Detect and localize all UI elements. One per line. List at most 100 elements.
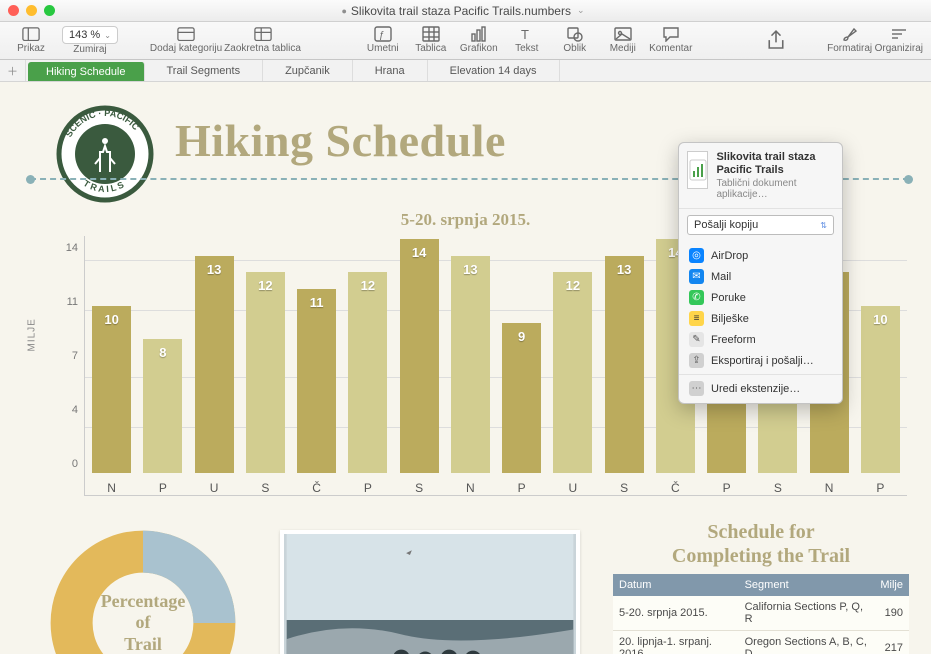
- bar-column[interactable]: 14S: [397, 239, 442, 495]
- table-cell[interactable]: California Sections P, Q, R: [739, 596, 875, 631]
- share-item-freeform[interactable]: ✎Freeform: [679, 329, 842, 350]
- bar-value-label: 13: [195, 262, 234, 277]
- window-titlebar: ● Slikovita trail staza Pacific Trails.n…: [0, 0, 931, 22]
- format-button[interactable]: Formatiraj: [827, 26, 873, 55]
- bar-column[interactable]: 11Č: [294, 239, 339, 495]
- media-icon: [614, 26, 632, 42]
- sheet-canvas[interactable]: SCENIC · PACIFIC T R A I L S Hiking Sche…: [0, 82, 931, 654]
- donut-label: Percentage of Trail: [101, 591, 186, 654]
- svg-text:ƒ: ƒ: [379, 30, 385, 41]
- bar-value-label: 14: [400, 245, 439, 260]
- bar-column[interactable]: 12S: [243, 239, 288, 495]
- minimize-window-button[interactable]: [26, 5, 37, 16]
- window-title: Slikovita trail staza Pacific Trails.num…: [351, 4, 571, 18]
- donut-chart[interactable]: Percentage of Trail: [38, 518, 248, 654]
- bar-column[interactable]: 9P: [499, 239, 544, 495]
- sheet-tab-hrana[interactable]: Hrana: [353, 60, 428, 81]
- bar-value-label: 10: [861, 312, 900, 327]
- text-button[interactable]: T Tekst: [504, 26, 550, 55]
- modified-indicator-icon: ●: [341, 6, 346, 16]
- bar-value-label: 12: [348, 278, 387, 293]
- table-row[interactable]: 5-20. srpnja 2015.California Sections P,…: [613, 596, 909, 631]
- title-menu-chevron-icon[interactable]: ⌄: [577, 5, 585, 16]
- photo-placeholder[interactable]: [280, 530, 580, 654]
- shape-button[interactable]: Oblik: [552, 26, 598, 55]
- add-category-button[interactable]: Dodaj kategoriju: [150, 26, 222, 55]
- table-cell[interactable]: Oregon Sections A, B, C, D: [739, 631, 875, 654]
- share-destinations: ◎AirDrop ✉Mail ✆Poruke ≡Bilješke ✎Freefo…: [679, 241, 842, 403]
- table-cell[interactable]: 217: [874, 631, 909, 654]
- x-tick-label: P: [876, 481, 884, 495]
- table-icon: [422, 26, 440, 42]
- share-doc-header: Slikovita trail staza Pacific Trails Tab…: [679, 143, 842, 209]
- table-cell[interactable]: 20. lipnja-1. srpanj. 2016.: [613, 631, 739, 654]
- media-button[interactable]: Mediji: [600, 26, 646, 55]
- share-item-notes[interactable]: ≡Bilješke: [679, 308, 842, 329]
- bar-column[interactable]: 13N: [448, 239, 493, 495]
- sheet-tab-hiking-schedule[interactable]: Hiking Schedule: [28, 62, 145, 81]
- share-button[interactable]: [753, 32, 799, 49]
- chevron-down-icon: ⌄: [104, 31, 111, 40]
- bar-value-label: 9: [502, 329, 541, 344]
- view-button[interactable]: Prikaz: [8, 26, 54, 55]
- bar-value-label: 11: [297, 295, 336, 310]
- pivot-table-button[interactable]: Zaokretna tablica: [224, 26, 301, 55]
- add-sheet-button[interactable]: ＋: [0, 60, 26, 81]
- share-popover: Slikovita trail staza Pacific Trails Tab…: [678, 142, 843, 404]
- zoom-value: 143 %: [69, 29, 100, 41]
- sidebar-icon: [22, 26, 40, 42]
- col-header-miles[interactable]: Milje: [874, 574, 909, 596]
- x-tick-label: U: [210, 481, 219, 495]
- share-item-edit-extensions[interactable]: ⋯Uredi ekstenzije…: [679, 378, 842, 399]
- schedule-table[interactable]: Datum Segment Milje 5-20. srpnja 2015.Ca…: [613, 574, 909, 654]
- close-window-button[interactable]: [8, 5, 19, 16]
- bar-value-label: 12: [553, 278, 592, 293]
- organize-button[interactable]: Organiziraj: [875, 26, 923, 55]
- schedule-title: Schedule for Completing the Trail: [613, 520, 909, 568]
- sheet-tab-bar: ＋ Hiking Schedule Trail Segments Zupčani…: [0, 60, 931, 82]
- share-item-export-send[interactable]: ⇪Eksportiraj i pošalji…: [679, 350, 842, 371]
- send-copy-dropdown[interactable]: Pošalji kopiju ⇅: [687, 215, 834, 235]
- share-icon: [767, 32, 785, 48]
- bar-column[interactable]: 8P: [140, 239, 185, 495]
- x-tick-label: S: [261, 481, 269, 495]
- share-doc-title: Slikovita trail staza Pacific Trails: [716, 151, 834, 177]
- col-header-segment[interactable]: Segment: [739, 574, 875, 596]
- paintbrush-icon: [841, 26, 859, 42]
- y-axis-label: MILJE: [27, 318, 38, 351]
- share-item-messages[interactable]: ✆Poruke: [679, 287, 842, 308]
- bar-column[interactable]: 12 P: [345, 239, 390, 495]
- sheet-tab-trail-segments[interactable]: Trail Segments: [145, 60, 264, 81]
- table-button[interactable]: Tablica: [408, 26, 454, 55]
- table-cell[interactable]: 5-20. srpnja 2015.: [613, 596, 739, 631]
- sheet-tab-elevation[interactable]: Elevation 14 days: [428, 60, 560, 81]
- bar-column[interactable]: 10 P: [858, 239, 903, 495]
- bar-column[interactable]: 13S: [602, 239, 647, 495]
- x-tick-label: P: [159, 481, 167, 495]
- text-icon: T: [518, 26, 536, 42]
- table-row[interactable]: 20. lipnja-1. srpanj. 2016.Oregon Sectio…: [613, 631, 909, 654]
- share-item-airdrop[interactable]: ◎AirDrop: [679, 245, 842, 266]
- shape-icon: [566, 26, 584, 42]
- share-item-mail[interactable]: ✉Mail: [679, 266, 842, 287]
- comment-button[interactable]: Komentar: [648, 26, 694, 55]
- y-axis: MILJE 14 11 7 4 0: [40, 236, 84, 496]
- bar-value-label: 8: [143, 345, 182, 360]
- page-title: Hiking Schedule: [175, 114, 506, 167]
- zoom-label: Zumiraj: [73, 44, 106, 55]
- chart-button[interactable]: Grafikon: [456, 26, 502, 55]
- bar-column[interactable]: 13 U: [192, 239, 237, 495]
- table-cell[interactable]: 190: [874, 596, 909, 631]
- insert-button[interactable]: ƒ Umetni: [360, 26, 406, 55]
- comment-icon: [662, 26, 680, 42]
- col-header-date[interactable]: Datum: [613, 574, 739, 596]
- zoom-selector[interactable]: 143 % ⌄: [62, 26, 118, 44]
- bar-column[interactable]: 12U: [550, 239, 595, 495]
- x-tick-label: P: [364, 481, 372, 495]
- numbers-doc-icon: [687, 151, 708, 189]
- scenic-pacific-trails-logo: SCENIC · PACIFIC T R A I L S: [55, 104, 155, 204]
- maximize-window-button[interactable]: [44, 5, 55, 16]
- bar-column[interactable]: 10N: [89, 239, 134, 495]
- sheet-tab-zupcanik[interactable]: Zupčanik: [263, 60, 353, 81]
- toolbar: Prikaz 143 % ⌄ Zumiraj Dodaj kategoriju …: [0, 22, 931, 60]
